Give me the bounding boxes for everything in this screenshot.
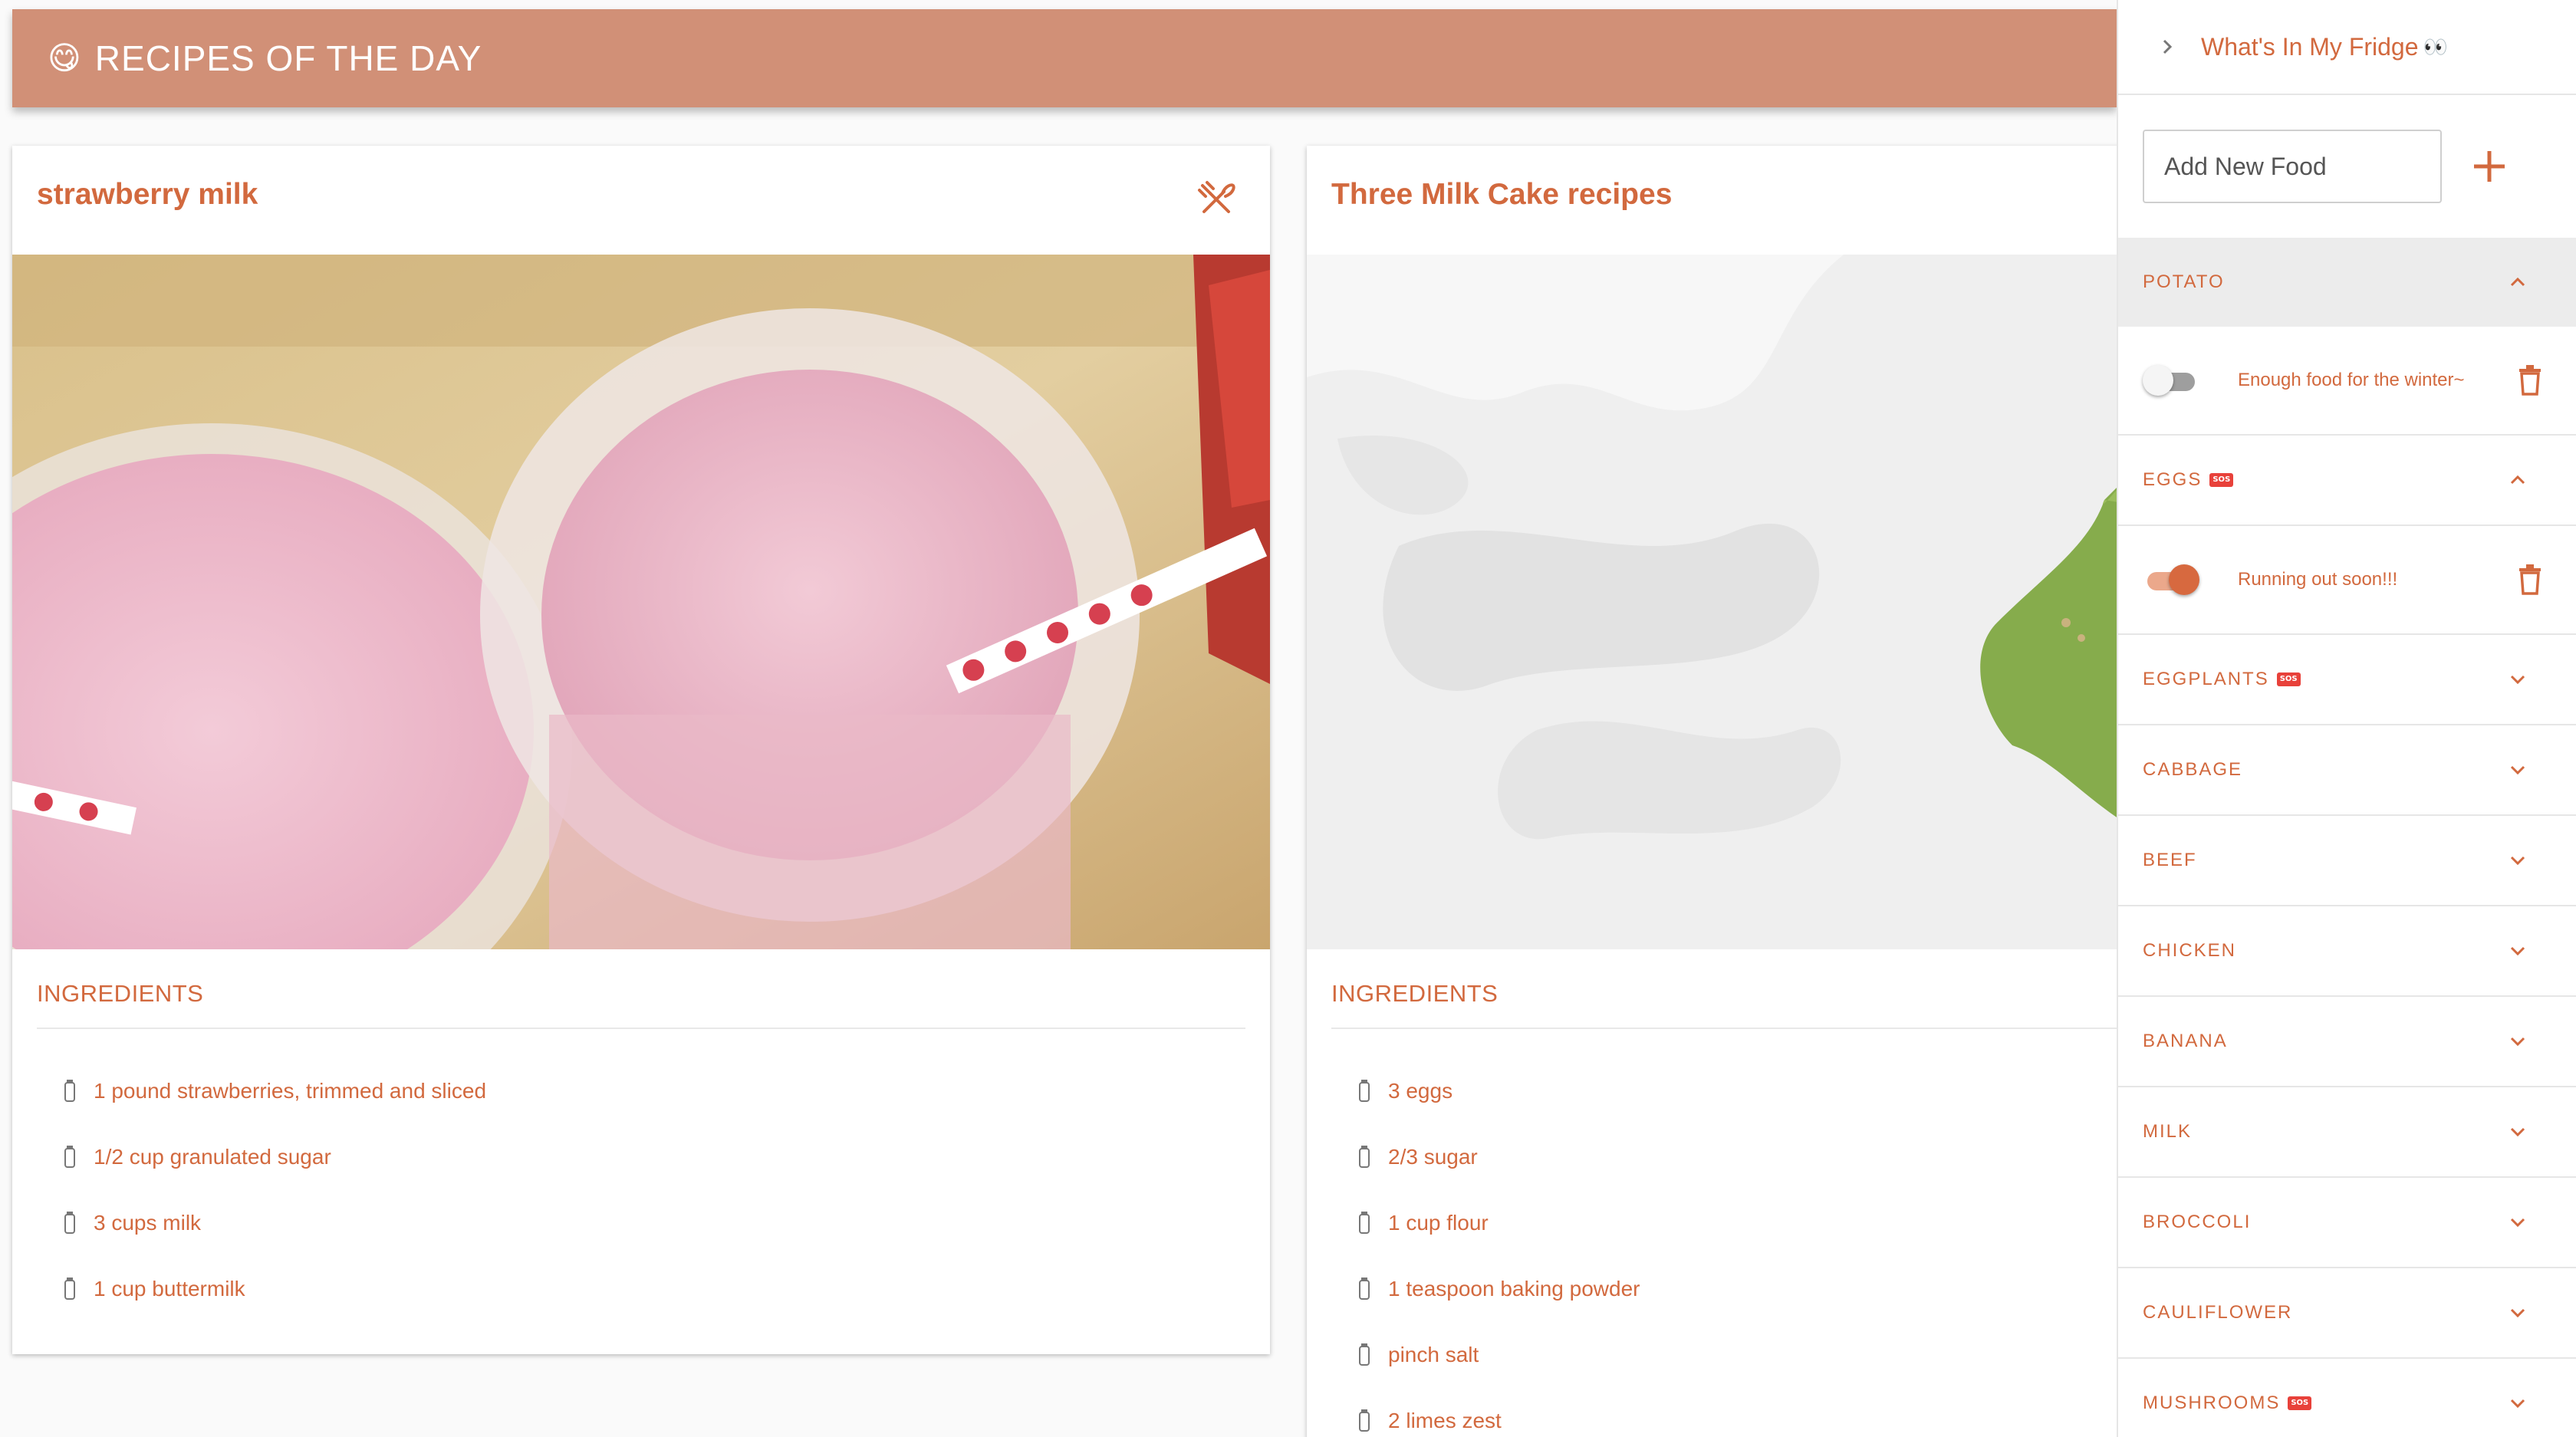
sos-icon: SOS <box>2276 672 2301 686</box>
chevron-up-icon[interactable] <box>2507 271 2528 293</box>
salt-shaker-icon <box>1356 1080 1373 1103</box>
food-name: EGGPLANTS <box>2143 669 2269 689</box>
chevron-down-icon[interactable] <box>2507 759 2528 781</box>
chevron-down-icon[interactable] <box>2507 1212 2528 1233</box>
recipe-card: Three Milk Cake recipes INGREDIENTS 3 eg… <box>1307 146 2117 1437</box>
food-name: BEEF <box>2143 850 2197 870</box>
food-name: MUSHROOMS <box>2143 1393 2281 1413</box>
sidebar-title: What's In My Fridge <box>2201 32 2419 61</box>
ingredient-item: 2 limes zest <box>1356 1388 1640 1437</box>
recipe-title: strawberry milk <box>37 178 258 211</box>
eyes-emoji-icon: 👀 <box>2423 35 2448 58</box>
food-item-beef[interactable]: BEEF <box>2118 816 2576 906</box>
ingredient-list: 1 pound strawberries, trimmed and sliced… <box>61 1058 486 1322</box>
recipe-image <box>1307 255 2117 949</box>
divider <box>1331 1028 2117 1029</box>
plus-icon <box>2474 151 2505 182</box>
food-note: Enough food for the winter~ <box>2238 370 2465 390</box>
ingredients-heading: INGREDIENTS <box>1331 980 1499 1007</box>
ingredient-item: 3 eggs <box>1356 1058 1640 1124</box>
ingredient-item: 3 cups milk <box>61 1190 486 1256</box>
ingredient-item: 1/2 cup granulated sugar <box>61 1124 486 1190</box>
food-name: EGGS <box>2143 469 2203 490</box>
food-detail-potato: Enough food for the winter~ <box>2118 327 2576 436</box>
page-title: RECIPES OF THE DAY <box>94 38 482 78</box>
food-item-milk[interactable]: MILK <box>2118 1087 2576 1178</box>
food-item-eggplants[interactable]: EGGPLANTS SOS <box>2118 635 2576 725</box>
ingredient-item: 2/3 sugar <box>1356 1124 1640 1190</box>
smile-emoji-icon: 😋 <box>48 39 81 77</box>
ingredient-item: 1 cup flour <box>1356 1190 1640 1256</box>
low-stock-toggle[interactable] <box>2143 365 2198 396</box>
food-name: CHICKEN <box>2143 940 2237 961</box>
chevron-down-icon[interactable] <box>2507 850 2528 871</box>
food-item-cabbage[interactable]: CABBAGE <box>2118 725 2576 816</box>
food-item-banana[interactable]: BANANA <box>2118 997 2576 1087</box>
salt-shaker-icon <box>1356 1212 1373 1235</box>
chevron-down-icon[interactable] <box>2507 1302 2528 1324</box>
ingredient-item: 1 pound strawberries, trimmed and sliced <box>61 1058 486 1124</box>
food-name: CAULIFLOWER <box>2143 1302 2293 1323</box>
food-item-broccoli[interactable]: BROCCOLI <box>2118 1178 2576 1268</box>
ingredient-list: 3 eggs 2/3 sugar 1 cup flour 1 teaspoon … <box>1356 1058 1640 1437</box>
salt-shaker-icon <box>61 1278 78 1301</box>
recipe-card: strawberry milk INGREDIENTS 1 pound stra… <box>12 146 1270 1354</box>
food-name: POTATO <box>2143 271 2225 292</box>
divider <box>37 1028 1245 1029</box>
food-name: CABBAGE <box>2143 759 2243 780</box>
salt-shaker-icon <box>61 1212 78 1235</box>
food-item-potato[interactable]: POTATO <box>2118 238 2576 327</box>
chevron-down-icon[interactable] <box>2507 1393 2528 1414</box>
salt-shaker-icon <box>61 1080 78 1103</box>
fridge-sidebar: What's In My Fridge 👀 POTATO Enough food … <box>2117 0 2576 1437</box>
chevron-down-icon[interactable] <box>2507 669 2528 690</box>
food-item-cauliflower[interactable]: CAULIFLOWER <box>2118 1268 2576 1359</box>
food-detail-eggs: Running out soon!!! <box>2118 526 2576 635</box>
utensils-crossed-icon[interactable] <box>1193 176 1239 222</box>
add-food-row <box>2118 95 2576 238</box>
salt-shaker-icon <box>1356 1343 1373 1366</box>
recipe-title: Three Milk Cake recipes <box>1331 178 1673 211</box>
chevron-down-icon[interactable] <box>2507 1031 2528 1052</box>
food-name: BANANA <box>2143 1031 2228 1051</box>
ingredients-heading: INGREDIENTS <box>37 980 204 1007</box>
food-item-mushrooms[interactable]: MUSHROOMS SOS <box>2118 1359 2576 1437</box>
chevron-up-icon[interactable] <box>2507 469 2528 491</box>
sos-icon: SOS <box>2288 1396 2312 1410</box>
food-item-eggs[interactable]: EGGS SOS <box>2118 436 2576 526</box>
main-content: 😋 RECIPES OF THE DAY strawberry milk ING… <box>0 0 2117 1437</box>
salt-shaker-icon <box>61 1146 78 1169</box>
sidebar-header: What's In My Fridge 👀 <box>2118 0 2576 95</box>
app-header: 😋 RECIPES OF THE DAY <box>12 9 2117 107</box>
chevron-right-icon[interactable] <box>2157 36 2178 58</box>
food-list: POTATO Enough food for the winter~ EGGS SOS… <box>2118 238 2576 1437</box>
salt-shaker-icon <box>1356 1278 1373 1301</box>
food-item-chicken[interactable]: CHICKEN <box>2118 906 2576 997</box>
sos-icon: SOS <box>2209 473 2234 487</box>
chevron-down-icon[interactable] <box>2507 1121 2528 1143</box>
chevron-down-icon[interactable] <box>2507 940 2528 962</box>
add-food-button[interactable] <box>2466 143 2512 189</box>
food-name: BROCCOLI <box>2143 1212 2252 1232</box>
recipe-image <box>12 255 1270 949</box>
salt-shaker-icon <box>1356 1146 1373 1169</box>
add-food-input[interactable] <box>2143 130 2442 203</box>
trash-icon[interactable] <box>2518 564 2542 595</box>
ingredient-item: pinch salt <box>1356 1322 1640 1388</box>
ingredient-item: 1 teaspoon baking powder <box>1356 1256 1640 1322</box>
food-name: MILK <box>2143 1121 2193 1142</box>
food-note: Running out soon!!! <box>2238 569 2398 590</box>
low-stock-toggle[interactable] <box>2143 564 2199 595</box>
trash-icon[interactable] <box>2518 365 2542 396</box>
ingredient-item: 1 cup buttermilk <box>61 1256 486 1322</box>
salt-shaker-icon <box>1356 1409 1373 1432</box>
